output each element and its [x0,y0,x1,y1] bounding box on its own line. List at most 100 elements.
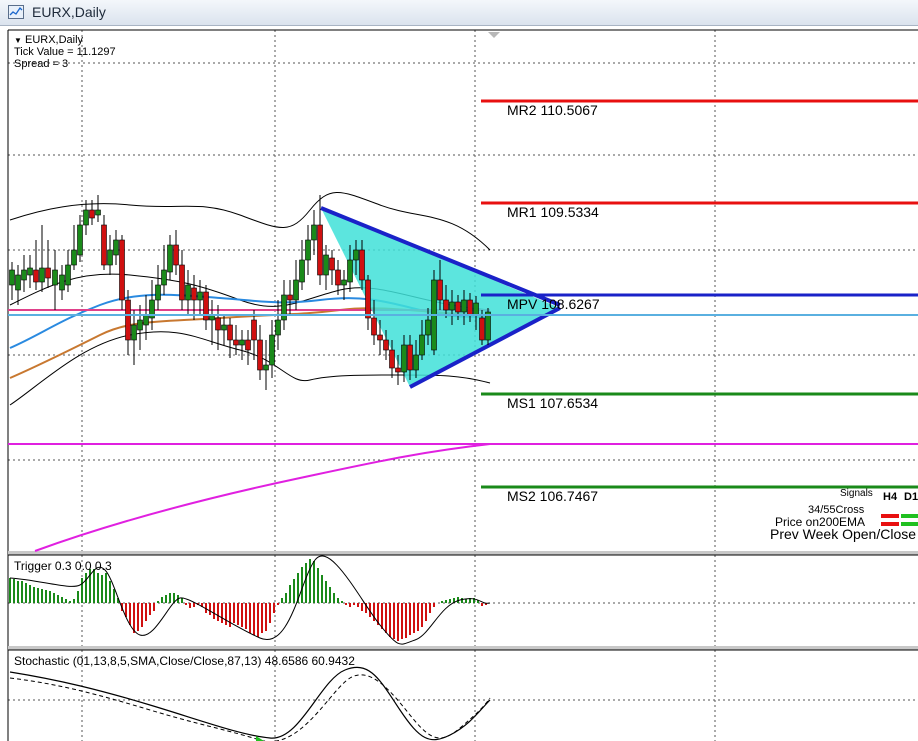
candle-bear [227,324,233,341]
candle-bull [341,279,347,286]
window-title: EURX,Daily [32,4,106,20]
candle-bear [467,299,473,316]
candle-bull [107,249,113,266]
pivot-label-mpv: MPV 108.6267 [507,296,600,312]
signal-row-prevweek: Prev Week Open/Close [770,526,917,542]
candle-bull [311,224,317,241]
price-chart[interactable] [0,26,918,741]
candle-bear [173,244,179,266]
candle-bull [185,284,191,301]
candle-bull [347,259,353,283]
candle-bear [329,257,335,271]
candle-bull [269,334,275,366]
chart-area[interactable]: ▼ EURX,Daily Tick Value = 11.1297 Spread… [0,26,918,741]
candle-bear [395,367,401,373]
trigger-indicator-label: Trigger 0.3 0.0 0.3 [14,559,112,573]
candle-bull [239,339,245,346]
signals-tf-h4: H4 [883,491,898,503]
candle-bull [275,319,281,336]
candle-bull [59,274,65,291]
candle-bear [365,279,371,319]
signal-d1-green-bar-2 [901,522,918,526]
candle-bear [89,209,95,219]
candle-bull [143,314,149,326]
spread-label: Spread = 3 [14,58,69,70]
pivot-label-mr1: MR1 109.5334 [507,204,599,220]
candle-bull [299,259,305,283]
candle-bear [33,269,39,283]
candle-bull [197,291,203,301]
candle-bull [461,299,467,313]
candle-bear [359,249,365,281]
candle-bull [27,267,33,276]
candle-bull [305,239,311,261]
dropdown-triangle-icon[interactable]: ▼ [14,36,22,45]
pivot-label-ms2: MS2 106.7467 [507,488,599,504]
candle-bear [479,317,485,341]
stochastic-indicator-label: Stochastic (01,13,8,5,SMA,Close/Close,87… [14,654,355,668]
chart-grid [8,30,918,741]
candle-bull [419,334,425,356]
candle-bull [167,244,173,273]
candle-bear [287,294,293,301]
candle-bull [71,249,77,266]
pane-separator-1 [8,551,918,555]
candle-bear [191,287,197,301]
candle-bull [15,274,21,291]
pivot-label-mr2: MR2 110.5067 [507,102,598,118]
pane-separator-2 [8,646,918,650]
candle-bull [155,284,161,301]
candle-bull [131,324,137,341]
stochastic-lines [9,666,491,741]
signals-header: Signals [840,488,873,499]
signal-d1-green-bar [901,514,918,518]
candle-bear [251,319,257,341]
candle-bull [113,239,119,256]
candle-bull [473,302,479,316]
candle-bull [281,294,287,321]
candle-bull [449,301,455,311]
candle-bull [39,267,45,283]
candle-bull [485,311,491,341]
signals-tf-d1: D1 [904,491,918,503]
candle-bull [221,324,227,331]
candle-bull [401,344,407,373]
chart-window-icon [8,5,24,19]
candle-bear [377,334,383,341]
stochastic-main-line [9,666,491,741]
candle-bull [52,269,58,286]
candle-bear [455,301,461,313]
candle-bear [245,339,251,351]
candle-bull [353,249,359,261]
candle-bear [257,339,263,371]
candle-bear [383,339,389,351]
tick-value-label: Tick Value = 11.1297 [14,46,116,58]
signal-h4-red-bar-2 [881,522,899,526]
candle-bull [137,319,143,331]
candle-bull [413,354,419,371]
candle-bear [179,264,185,301]
signal-h4-red-bar [881,514,899,518]
candle-bull [83,209,89,226]
candle-bear [45,267,51,279]
pane-borders [7,29,918,741]
symbol-text: EURX,Daily [24,34,84,46]
candle-bull [161,269,167,286]
candle-bear [389,349,395,369]
candle-bear [407,344,413,371]
candle-bear [335,269,341,286]
candle-bear [437,279,443,301]
candle-bull [77,224,83,256]
candle-bull [425,319,431,336]
candle-bear [215,317,221,331]
candle-bull [9,269,15,286]
chart-shift-marker-icon [488,32,500,38]
candle-bull [293,279,299,301]
candle-bull [263,364,269,371]
scroll-marker [488,32,500,38]
candle-bear [233,339,239,346]
candle-bear [101,224,107,266]
pivot-label-ms1: MS1 107.6534 [507,395,599,411]
candle-bear [371,317,377,336]
candle-bear [317,224,323,276]
